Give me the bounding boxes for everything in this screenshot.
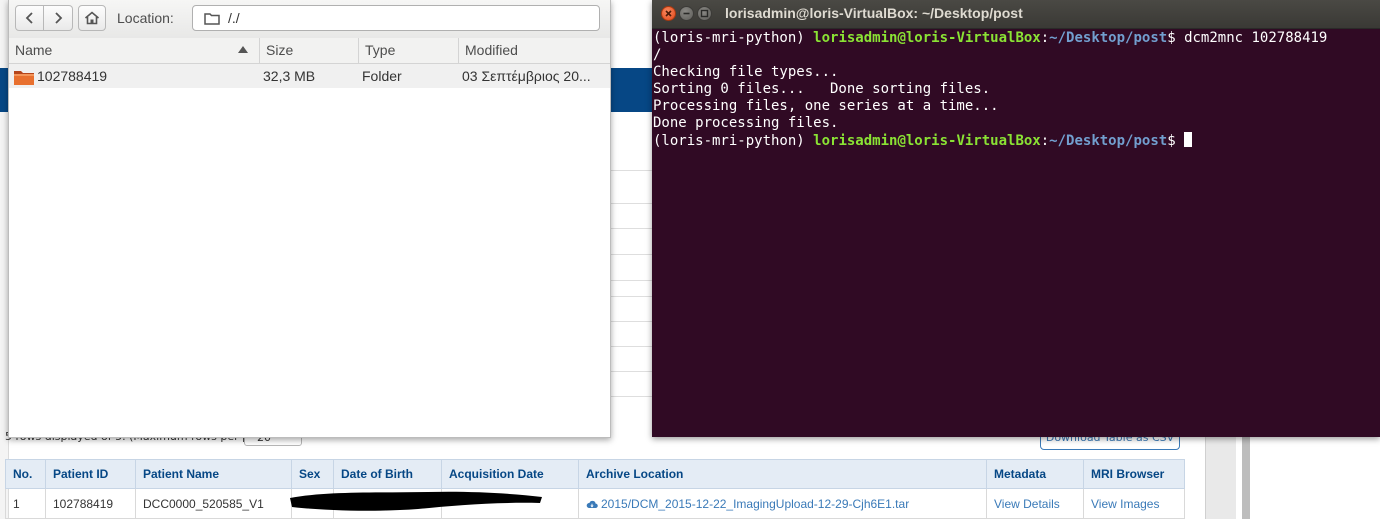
column-size[interactable]: Size [260,38,359,63]
text-cursor [1184,132,1193,147]
table-row: 1 102788419 DCC0000_520585_V1 2015/DCM_2… [5,488,1185,519]
chevron-left-icon [25,12,33,24]
prompt-line: (loris-mri-python) lorisadmin@loris-Virt… [653,30,1328,46]
env-name: (loris-mri-python) [653,30,805,46]
maximize-icon [700,9,709,18]
folder-icon [204,12,220,25]
column-header-metadata[interactable]: Metadata [986,459,1084,489]
command-wrap-line: / [653,47,662,63]
terminal-output[interactable]: (loris-mri-python) lorisadmin@loris-Virt… [653,30,1373,150]
cell-archive-location[interactable]: 2015/DCM_2015-12-22_ImagingUpload-12-29-… [578,488,987,519]
column-modified[interactable]: Modified [459,38,610,63]
file-row[interactable]: 102788419 32,3 MB Folder 03 Σεπτέμβριος … [9,64,610,88]
file-manager-toolbar: Location: /./ [9,0,610,39]
location-field[interactable]: /./ [192,5,600,31]
env-name: (loris-mri-python) [653,133,805,149]
back-button[interactable] [15,5,44,31]
user-host: lorisadmin@loris-VirtualBox [813,30,1041,46]
archive-location-link[interactable]: 2015/DCM_2015-12-22_ImagingUpload-12-29-… [601,497,909,511]
output-line: Done processing files. [653,115,839,131]
table-header-row: No. Patient ID Patient Name Sex Date of … [5,459,1185,489]
column-size-label: Size [266,42,294,58]
sort-ascending-icon [238,46,248,53]
output-line: Sorting 0 files... Done sorting files. [653,81,991,97]
column-name-label: Name [15,42,53,58]
column-header-patient-name[interactable]: Patient Name [135,459,292,489]
current-path: ~/Desktop/post [1049,30,1168,46]
column-header-no[interactable]: No. [5,459,46,489]
cell-patient-name: DCC0000_520585_V1 [135,488,292,519]
output-line: Processing files, one series at a time..… [653,98,999,114]
column-header-mri-browser[interactable]: MRI Browser [1083,459,1185,489]
column-header-acquisition-date[interactable]: Acquisition Date [441,459,579,489]
column-type-label: Type [365,42,396,58]
terminal-window[interactable]: lorisadmin@loris-VirtualBox: ~/Desktop/p… [652,0,1380,437]
file-modified: 03 Σεπτέμβριος 20... [462,68,591,84]
folder-icon [14,71,34,85]
history-nav-group [15,5,73,31]
output-line: Checking file types... [653,64,839,80]
chevron-right-icon [55,12,63,24]
close-button[interactable] [661,6,676,21]
prompt-symbol: $ [1167,30,1176,46]
prompt-line: (loris-mri-python) lorisadmin@loris-Virt… [653,132,1373,150]
column-modified-label: Modified [465,42,518,58]
maximize-button[interactable] [697,6,712,21]
column-header-sex[interactable]: Sex [291,459,334,489]
minimize-icon [683,12,690,15]
home-button[interactable] [78,5,106,31]
home-icon [84,11,100,25]
terminal-titlebar[interactable]: lorisadmin@loris-VirtualBox: ~/Desktop/p… [652,0,1380,29]
location-value: /./ [228,10,240,26]
browser-side-panel [1205,437,1236,519]
user-host: lorisadmin@loris-VirtualBox [813,133,1041,149]
file-size: 32,3 MB [263,68,316,84]
column-header-patient-id[interactable]: Patient ID [45,459,136,489]
view-details-link[interactable]: View Details [986,488,1084,519]
redaction-scribble [290,491,542,511]
location-label: Location: [117,10,174,26]
column-header-dob[interactable]: Date of Birth [333,459,442,489]
minimize-button[interactable] [679,6,694,21]
file-type: Folder [362,68,402,84]
dicom-archive-table: No. Patient ID Patient Name Sex Date of … [5,459,1185,519]
column-type[interactable]: Type [359,38,459,63]
cloud-download-icon [586,500,598,508]
terminal-title: lorisadmin@loris-VirtualBox: ~/Desktop/p… [725,5,1023,21]
browser-scrollbar[interactable] [1242,437,1250,519]
cell-patient-id: 102788419 [45,488,136,519]
close-icon [665,10,672,17]
file-name: 102788419 [37,68,108,84]
column-name[interactable]: Name [9,38,260,63]
file-manager-window: Location: /./ Name Size Type Modified 10… [8,0,611,438]
command-text: dcm2mnc 102788419 [1184,30,1328,46]
view-images-link[interactable]: View Images [1083,488,1185,519]
current-path: ~/Desktop/post [1049,133,1168,149]
prompt-symbol: $ [1167,133,1176,149]
column-header-archive-location[interactable]: Archive Location [578,459,987,489]
forward-button[interactable] [44,5,73,31]
cell-no: 1 [5,488,46,519]
file-list-header: Name Size Type Modified [9,38,610,64]
